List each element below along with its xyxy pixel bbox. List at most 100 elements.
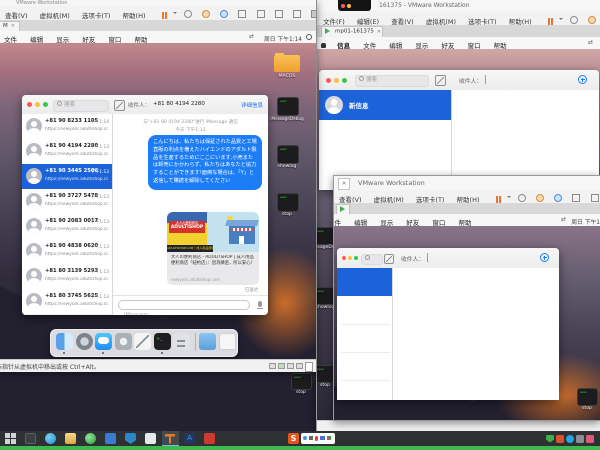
dock-downloads-icon[interactable] [173,333,190,350]
pause-dropdown-caret[interactable] [507,196,511,200]
m3-to-cursor[interactable] [427,253,428,262]
m2-to-cursor[interactable] [485,75,486,84]
vmw1-tab-close-icon[interactable]: ✕ [11,23,15,29]
vm1-icon-imessagedebug[interactable] [277,97,299,116]
revert-snapshot-icon[interactable] [202,10,210,18]
m3-search-input[interactable] [361,254,383,265]
close-button[interactable] [27,102,32,107]
app-a-icon[interactable]: A [184,433,195,444]
hdd-status-icon[interactable] [269,363,276,369]
apple-menu-icon[interactable] [321,43,326,48]
conversation-row[interactable]: +81 90 4194 2280 下午1:13 https://newyork.… [22,139,112,165]
dock-terminal-icon[interactable]: >_ [154,333,171,350]
zoom-button[interactable] [342,78,347,83]
dock-finder-icon[interactable] [56,333,73,350]
dock-system-preferences-icon[interactable] [115,333,132,350]
console-view-icon[interactable] [257,10,265,18]
fullscreen-icon[interactable] [275,10,283,18]
m3-row-selected[interactable] [337,268,392,296]
zoom-button[interactable] [43,102,48,107]
snapshot-icon[interactable] [184,10,192,18]
vmw2-tab-close-icon[interactable]: ✕ [377,29,381,35]
minimize-button[interactable] [334,78,339,83]
dock-folder-icon[interactable] [199,333,216,350]
m1-toolbar[interactable]: 搜索 收件人： 收件人： +81 80 4194 2280 详细信息 [22,95,268,115]
app-red-icon[interactable] [204,433,215,444]
pause-dropdown-caret[interactable] [173,12,177,16]
message-log-icon[interactable] [305,362,313,372]
conversation-row[interactable]: +81 80 3745 5625 下午1:13 https://newyork.… [22,289,112,315]
vm-thumbnail-overlay[interactable] [338,0,371,11]
browser-green-icon[interactable] [85,433,96,444]
show-library-icon[interactable] [572,194,580,202]
sogou-mode-icon[interactable] [303,436,307,440]
m3-compose-button[interactable] [384,254,394,264]
m1-search-input[interactable]: 搜索 [53,100,109,112]
overlay-min-button[interactable] [347,4,351,8]
spotlight-search-icon[interactable] [306,34,312,40]
dock-launchpad-icon[interactable] [76,333,93,350]
pause-dropdown-caret[interactable] [559,18,563,22]
sound-status-icon[interactable] [296,363,303,369]
notes-app-icon[interactable] [145,433,156,444]
sogou-keyboard-icon[interactable] [320,436,325,440]
dock-editor-icon[interactable] [134,333,151,350]
minimize-button[interactable] [348,256,352,260]
m2-toolbar[interactable]: 搜索 收件人： [319,70,599,91]
sogou-mic-icon[interactable] [315,436,318,441]
network-status-icon[interactable] [278,363,285,369]
sogou-logo[interactable]: S [288,433,299,444]
file-explorer-icon[interactable] [65,433,76,444]
tray-shield-green-icon[interactable] [546,435,554,443]
m2-add-recipient-button[interactable] [578,75,587,84]
defender-shield-icon[interactable] [125,433,136,444]
m1-details-link[interactable]: 详细信息 [241,101,263,109]
start-button[interactable] [5,433,16,444]
vm1-icon-showlog[interactable] [277,145,299,164]
vmw3-vm-tab[interactable] [336,204,350,214]
conversation-row-selected[interactable]: +81 90 3445 2506 下午1:13 https://newyork.… [22,164,112,190]
link-card-text[interactable]: 大人の便利商店 - ADULTISHOP | 成人用品便利商店「紐約店」：因為縝… [167,252,259,285]
tray-telegram-icon[interactable] [566,435,574,443]
tray-app-pink-icon[interactable] [586,435,594,443]
link-card-image[interactable]: 大人の便利商店 ADULTISHOP ADULTISHOP.COM！成人用品便利… [167,212,259,252]
dock-messages-icon[interactable] [95,333,112,350]
close-button[interactable] [326,78,331,83]
vmw1-vm-tab[interactable]: M✕ [0,21,20,31]
m2-compose-button[interactable] [435,75,446,86]
snapshot-icon[interactable] [518,194,526,202]
m3-add-recipient-button[interactable] [540,253,549,262]
vm1-icon-stop[interactable] [277,193,299,212]
m2-search-input[interactable]: 搜索 [355,75,429,87]
manage-snapshots-icon[interactable] [220,10,228,18]
manage-snapshots-icon[interactable] [554,194,562,202]
zoom-button[interactable] [354,256,358,260]
console-view-icon[interactable] [591,194,599,202]
close-button[interactable] [342,256,346,260]
m2-row-new-message[interactable]: 新信息 [319,90,451,120]
conversation-row[interactable]: +81 90 3727 5478 下午1:13 https://newyork.… [22,189,112,215]
vmw3-close-box[interactable]: ✕ [338,178,350,190]
vmware-taskbar-active[interactable] [162,431,179,446]
m3-toolbar[interactable]: 收件人： [337,248,559,269]
vm1-icon-macos-folder[interactable] [274,55,300,72]
unity-icon[interactable] [293,10,301,18]
conversation-row[interactable]: +81 90 8233 1105 下午1:14 https://newyork.… [22,114,112,140]
overlay-close-button[interactable] [341,4,345,8]
task-view-icon[interactable] [25,433,36,444]
audio-message-icon[interactable] [258,301,262,307]
sogou-skin-icon[interactable] [327,436,331,440]
usb-status-icon[interactable] [287,363,294,369]
stretch-guest-icon[interactable] [311,10,316,18]
conversation-row[interactable]: +81 90 2083 0017 下午1:13 https://newyork.… [22,214,112,240]
tray-app-red-icon[interactable] [556,435,564,443]
vm3-icon-stop[interactable] [577,388,598,406]
m1-to-value[interactable]: +81 80 4194 2280 [153,101,205,107]
pause-vm-button[interactable] [162,7,169,21]
sogou-pen-icon[interactable] [309,436,313,440]
vmw3-titlebar[interactable]: ✕ VMware Workstation [334,176,600,191]
host-desktop-shortcut-stop[interactable] [291,373,312,390]
m1-compose-button[interactable] [114,100,125,111]
m1-message-input[interactable]: iMessage [118,300,250,310]
tray-app-gray-icon[interactable] [576,435,584,443]
